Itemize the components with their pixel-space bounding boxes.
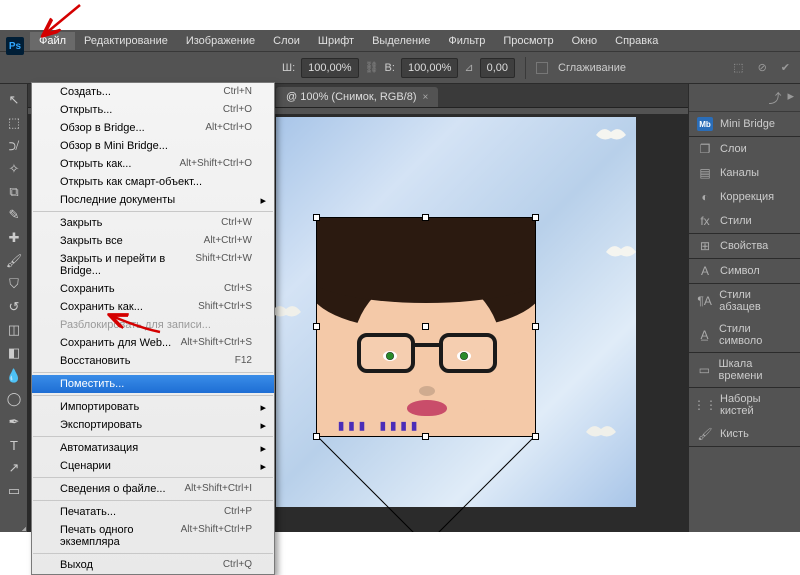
menu-help[interactable]: Справка (606, 32, 667, 50)
menu-item[interactable]: Обзор в Mini Bridge... (32, 137, 274, 155)
tool-heal[interactable]: ✚ (2, 227, 26, 249)
menu-item[interactable]: Закрыть всеAlt+Ctrl+W (32, 232, 274, 250)
menu-image[interactable]: Изображение (177, 32, 264, 50)
panel-tab[interactable]: AСимвол (689, 259, 800, 283)
menu-edit[interactable]: Редактирование (75, 32, 177, 50)
tool-dodge[interactable]: ◯ (2, 388, 26, 410)
menu-layer[interactable]: Слои (264, 32, 309, 50)
antialias-checkbox[interactable] (536, 62, 548, 74)
cancel-icon[interactable]: ⊘ (758, 61, 767, 74)
menu-view[interactable]: Просмотр (494, 32, 562, 50)
tool-marquee[interactable]: ⬚ (2, 112, 26, 134)
brushpresets-icon: ⋮⋮ (697, 398, 713, 412)
panel-dock: ⤴ ▸ MbMini Bridge❐Слои▤Каналы◐Коррекцияf… (688, 84, 800, 532)
panel-tab[interactable]: ¶AСтили абзацев (689, 284, 800, 318)
tool-shape[interactable]: ▭ (2, 480, 26, 502)
menu-item[interactable]: Открыть как...Alt+Shift+Ctrl+O (32, 155, 274, 173)
width-label: Ш: (282, 62, 295, 74)
menu-item[interactable]: Обзор в Bridge...Alt+Ctrl+O (32, 119, 274, 137)
tool-blur[interactable]: 💧 (2, 365, 26, 387)
menu-filter[interactable]: Фильтр (439, 32, 494, 50)
menu-item[interactable]: Печатать...Ctrl+P (32, 503, 274, 521)
panel-tab[interactable]: 🖌Кисть (689, 422, 800, 446)
tool-move[interactable]: ↖ (2, 89, 26, 111)
menu-window[interactable]: Окно (563, 32, 607, 50)
tool-stamp[interactable]: ⛉ (2, 273, 26, 295)
document-tab-title: @ 100% (Снимок, RGB/8) (286, 91, 417, 103)
brush-icon: 🖌 (697, 427, 713, 441)
menu-bar: Файл Редактирование Изображение Слои Шри… (0, 30, 800, 52)
angle-field[interactable]: 0,00 (480, 58, 515, 78)
panel-tab[interactable]: ⊞Свойства (689, 234, 800, 258)
canvas[interactable]: ▮▮▮ ▮▮▮▮ (276, 117, 636, 507)
menu-item[interactable]: Автоматизация▸ (32, 439, 274, 457)
menu-item[interactable]: Закрыть и перейти в Bridge...Shift+Ctrl+… (32, 250, 274, 280)
menu-item[interactable]: Последние документы▸ (32, 191, 274, 209)
tool-lasso[interactable]: ⟉ (2, 135, 26, 157)
panel-tab[interactable]: ▤Каналы (689, 161, 800, 185)
styles-icon: fx (697, 214, 713, 228)
layers-icon: ❐ (697, 142, 713, 156)
height-field[interactable]: 100,00% (401, 58, 458, 78)
menu-item[interactable]: ВосстановитьF12 (32, 352, 274, 370)
props-icon: ⊞ (697, 239, 713, 253)
parastyles-icon: ¶A (697, 294, 712, 308)
menu-item[interactable]: Сценарии▸ (32, 457, 274, 475)
timeline-icon: ▭ (697, 363, 712, 377)
antialias-label: Сглаживание (558, 62, 626, 74)
tool-history-brush[interactable]: ↺ (2, 296, 26, 318)
tool-path[interactable]: ↗ (2, 457, 26, 479)
close-tab-icon[interactable]: × (423, 92, 429, 103)
tool-wand[interactable]: ✧ (2, 158, 26, 180)
menu-item[interactable]: Сведения о файле...Alt+Shift+Ctrl+I (32, 480, 274, 498)
adjust-icon: ◐ (697, 190, 713, 204)
menu-item[interactable]: СохранитьCtrl+S (32, 280, 274, 298)
menu-item[interactable]: Создать...Ctrl+N (32, 83, 274, 101)
menu-item[interactable]: Экспортировать▸ (32, 416, 274, 434)
menu-select[interactable]: Выделение (363, 32, 439, 50)
document-tab[interactable]: @ 100% (Снимок, RGB/8) × (276, 87, 438, 107)
Mb: Mb (697, 117, 713, 131)
panel-tab[interactable]: A̲Стили символо (689, 318, 800, 352)
tool-eraser[interactable]: ◫ (2, 319, 26, 341)
panel-tab[interactable]: fxСтили (689, 209, 800, 233)
image-caption: ▮▮▮ ▮▮▮▮ (337, 418, 535, 436)
menu-item[interactable]: Открыть...Ctrl+O (32, 101, 274, 119)
menu-item[interactable]: Импортировать▸ (32, 398, 274, 416)
panel-tab[interactable]: ⋮⋮Наборы кистей (689, 388, 800, 422)
tool-gradient[interactable]: ◧ (2, 342, 26, 364)
menu-item[interactable]: ЗакрытьCtrl+W (32, 214, 274, 232)
menu-item[interactable]: Открыть как смарт-объект... (32, 173, 274, 191)
tool-brush[interactable]: 🖌 (2, 250, 26, 272)
share-icon[interactable]: ⤴ (768, 88, 781, 107)
menu-item[interactable]: Поместить... (32, 375, 274, 393)
panel-tab[interactable]: ◐Коррекция (689, 185, 800, 209)
width-field[interactable]: 100,00% (301, 58, 358, 78)
menu-item[interactable]: ВыходCtrl+Q (32, 556, 274, 574)
tool-crop[interactable]: ⧉ (2, 181, 26, 203)
panel-tab[interactable]: ❐Слои (689, 137, 800, 161)
menu-item[interactable]: Печать одного экземпляраAlt+Shift+Ctrl+P (32, 521, 274, 551)
panel-tab[interactable]: MbMini Bridge (689, 112, 800, 136)
app-logo: Ps (6, 37, 24, 55)
tool-pen[interactable]: ✒ (2, 411, 26, 433)
options-bar: Ш: 100,00% ⛓ В: 100,00% ⊿ 0,00 Сглаживан… (0, 52, 800, 84)
csfpanel-icon[interactable]: ⬚ (733, 61, 743, 74)
panel-tab[interactable]: ▭Шкала времени (689, 353, 800, 387)
channels-icon: ▤ (697, 166, 713, 180)
char-icon: A (697, 264, 713, 278)
tool-eyedropper[interactable]: ✎ (2, 204, 26, 226)
tool-type[interactable]: T (2, 434, 26, 456)
commit-icon[interactable]: ✔ (781, 61, 790, 74)
menu-type[interactable]: Шрифт (309, 32, 363, 50)
charstyles-icon: A̲ (697, 328, 712, 342)
tool-box: ↖ ⬚ ⟉ ✧ ⧉ ✎ ✚ 🖌 ⛉ ↺ ◫ ◧ 💧 ◯ ✒ T ↗ ▭ (0, 84, 28, 532)
collapse-panels-icon[interactable]: ▸ (787, 88, 794, 107)
height-label: В: (385, 62, 395, 74)
placed-transform-box[interactable]: ▮▮▮ ▮▮▮▮ (316, 217, 536, 437)
